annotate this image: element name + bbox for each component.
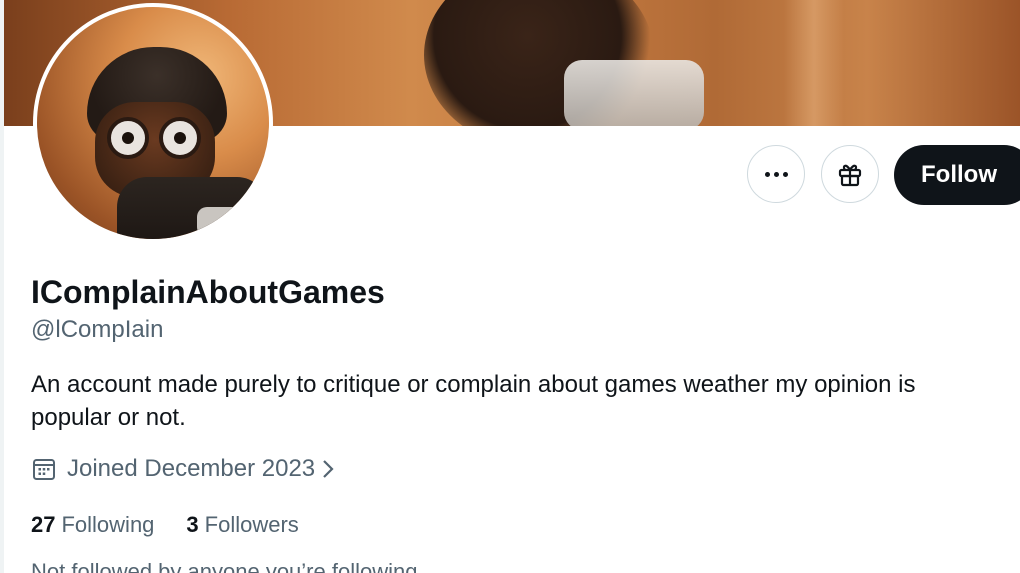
banner-light [784,0,844,126]
avatar-eye-left [107,117,149,159]
calendar-icon [33,459,55,480]
avatar-pad [197,207,247,237]
followed-by-text: Not followed by anyone you’re following [31,559,418,573]
gift-button[interactable] [821,145,879,203]
followers-link[interactable]: 3 Followers [186,512,298,538]
profile-bio: An account made purely to critique or co… [31,371,916,431]
follow-stats: 27 Following 3 Followers [31,512,331,538]
followers-count: 3 [186,512,199,537]
follow-button-label: Follow [921,161,997,188]
banner-armor [564,60,704,126]
more-icon [764,171,788,177]
chevron-right-icon [323,460,334,478]
followers-label: Followers [204,512,299,537]
username-handle: @lCompIain [31,316,164,343]
following-link[interactable]: 27 Following [31,512,154,538]
avatar-eye-right [159,117,201,159]
follow-button[interactable]: Follow [894,145,1020,205]
gift-icon [838,164,862,187]
profile-page: Follow IComplainAboutGames @lCompIain An… [0,0,1020,573]
following-count: 27 [31,512,56,537]
joined-date-text: Joined December 2023 [67,455,316,482]
avatar[interactable] [33,3,273,243]
following-label: Following [61,512,155,537]
joined-date-row[interactable]: Joined December 2023 [31,455,345,483]
display-name: IComplainAboutGames [31,274,385,310]
more-button[interactable] [747,145,805,203]
